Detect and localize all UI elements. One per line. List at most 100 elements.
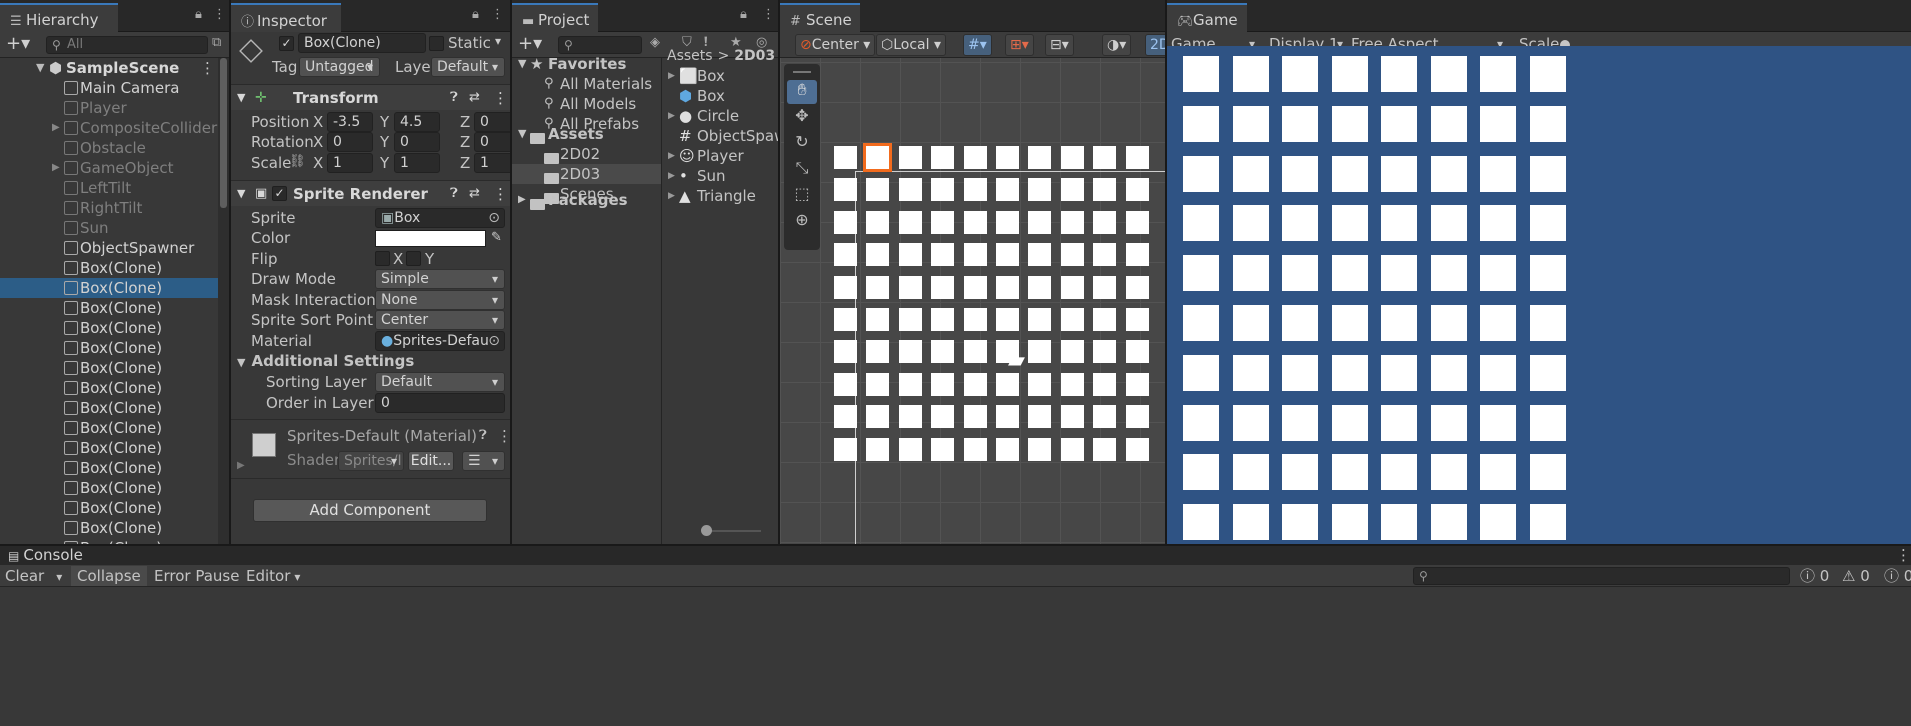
scene-box-sprite[interactable] [963,243,987,267]
component-menu-icon[interactable]: ⋮ [493,85,508,111]
hierarchy-item[interactable]: ▶ GameObject [0,158,218,178]
static-checkbox[interactable] [429,36,444,51]
object-picker-icon[interactable]: ⊙ [488,209,500,227]
scene-viewport[interactable]: ▰ [780,58,1165,544]
tab-console[interactable]: ▤ Console [0,546,91,565]
asset-item[interactable]: ▶ ▲ Triangle [663,186,778,206]
scene-box-sprite[interactable] [866,275,890,299]
scene-box-sprite[interactable] [996,210,1019,234]
hierarchy-item[interactable]: Box(Clone) [0,418,218,438]
scene-box-sprite[interactable] [963,437,987,461]
shading-mode-button[interactable]: ◑▾ [1102,34,1132,56]
transform-tool-icon[interactable]: ⊕ [787,210,817,234]
scene-box-sprite[interactable] [1060,146,1084,169]
collapse-button[interactable]: Collapse [71,566,147,586]
favorite-item[interactable]: ⚲ All Materials [512,74,661,94]
scene-box-sprite[interactable] [931,340,955,364]
scene-box-sprite[interactable] [996,275,1019,299]
scrollbar-thumb[interactable] [220,58,227,208]
shader-dropdown[interactable]: Sprites/I [338,451,404,471]
scene-box-sprite[interactable] [1060,372,1084,396]
expand-arrow-icon[interactable]: ▶ [518,190,526,210]
scene-box-sprite[interactable] [1093,243,1117,267]
draw-mode-dropdown[interactable]: Simple [375,269,505,289]
foldout-arrow-icon[interactable]: ▼ [237,85,245,111]
flip-x-checkbox[interactable] [375,251,390,266]
scene-box-sprite[interactable] [898,405,922,429]
rect-tool-icon[interactable]: ⬚ [787,184,817,208]
object-name-field[interactable]: Box(Clone) [298,33,426,53]
scene-box-sprite[interactable] [1093,405,1117,429]
expand-arrow-icon[interactable]: ▶ [668,106,675,126]
expand-arrow-icon[interactable]: ▶ [668,66,675,86]
more-menu-icon[interactable]: ⋮ [213,7,229,22]
scene-box-sprite[interactable] [931,243,955,267]
scene-box-sprite[interactable] [898,243,922,267]
scene-box-sprite[interactable] [1028,210,1052,234]
rotation-x-field[interactable]: 0 [327,132,373,152]
order-in-layer-field[interactable]: 0 [375,393,505,413]
zoom-slider[interactable] [701,525,761,536]
object-picker-icon[interactable]: ⊙ [488,332,500,350]
scene-box-sprite[interactable] [834,437,857,461]
sprite-renderer-enabled-checkbox[interactable]: ✓ [272,186,287,201]
foldout-arrow-icon[interactable]: ▼ [237,356,245,369]
additional-settings-foldout[interactable]: ▼ Additional Settings [237,351,414,373]
layer-dropdown[interactable]: Default [431,57,505,77]
scene-box-sprite[interactable] [1093,308,1117,331]
breadcrumb-current[interactable]: 2D03 [734,48,775,64]
scene-box-sprite[interactable] [931,372,955,396]
scene-box-sprite[interactable] [834,308,857,331]
warning-count[interactable]: ⚠ 0 [1842,566,1870,586]
scene-box-sprite[interactable] [1093,178,1117,202]
scene-box-sprite[interactable] [996,243,1019,267]
scene-box-sprite[interactable] [866,340,890,364]
scene-box-sprite[interactable] [1093,340,1117,364]
scene-box-sprite[interactable] [834,178,857,202]
lock-icon[interactable]: 🔒︎ [740,7,753,22]
create-button[interactable]: +▾ [518,33,542,54]
rotate-tool-icon[interactable]: ↻ [787,132,817,156]
scene-box-sprite[interactable] [931,308,955,331]
toggle-2d-button[interactable]: 2D [1145,34,1165,56]
error-count[interactable]: ⓘ 0 [1884,566,1911,586]
hierarchy-scrollbar[interactable] [218,58,229,544]
camera-gizmo-icon[interactable]: ▰ [1008,350,1025,372]
help-icon[interactable]: ❓︎ [450,181,458,207]
hierarchy-item[interactable]: Box(Clone) [0,478,218,498]
component-menu-icon[interactable]: ⋮ [493,181,508,207]
color-swatch[interactable] [375,230,486,247]
lock-icon[interactable]: 🔒︎ [195,7,208,22]
scene-box-sprite[interactable] [1093,372,1117,396]
space-dropdown[interactable]: ⬡Local ▾ [876,34,947,56]
asset-item[interactable]: ▶ • Sun [663,166,778,186]
scene-box-sprite[interactable] [834,372,857,396]
filter-icon[interactable]: ⧉ [212,35,221,50]
increment-snap-button[interactable]: ⊞▾ [1005,34,1034,56]
scene-box-sprite[interactable] [866,308,890,331]
scene-box-sprite[interactable] [1028,308,1052,331]
expand-arrow-icon[interactable]: ▶ [668,186,675,206]
hierarchy-item[interactable]: Player [0,98,218,118]
scene-box-sprite[interactable] [996,146,1019,169]
scene-box-sprite[interactable] [1125,308,1149,331]
scene-box-sprite[interactable] [1060,405,1084,429]
scene-box-sprite[interactable] [1125,340,1149,364]
scene-box-sprite[interactable] [834,405,857,429]
scene-box-sprite[interactable] [996,308,1019,331]
expand-arrow-icon[interactable]: ▼ [518,54,526,74]
error-pause-button[interactable]: Error Pause [154,566,239,586]
scene-box-sprite[interactable] [1125,146,1149,169]
scene-box-sprite[interactable] [1093,146,1117,169]
scene-box-sprite[interactable] [1060,275,1084,299]
scene-box-sprite[interactable] [898,210,922,234]
editor-dropdown[interactable]: Editor ▾ [246,566,300,587]
scene-box-sprite[interactable] [996,405,1019,429]
tab-game[interactable]: 🎮︎Game [1167,3,1247,32]
expand-arrow-icon[interactable]: ▶ [52,158,60,178]
scene-box-sprite[interactable] [1060,178,1084,202]
scene-box-sprite[interactable] [1028,340,1052,364]
expand-arrow-icon[interactable]: ▼ [36,58,44,78]
hierarchy-item[interactable]: Obstacle [0,138,218,158]
scene-box-sprite[interactable] [1125,243,1149,267]
